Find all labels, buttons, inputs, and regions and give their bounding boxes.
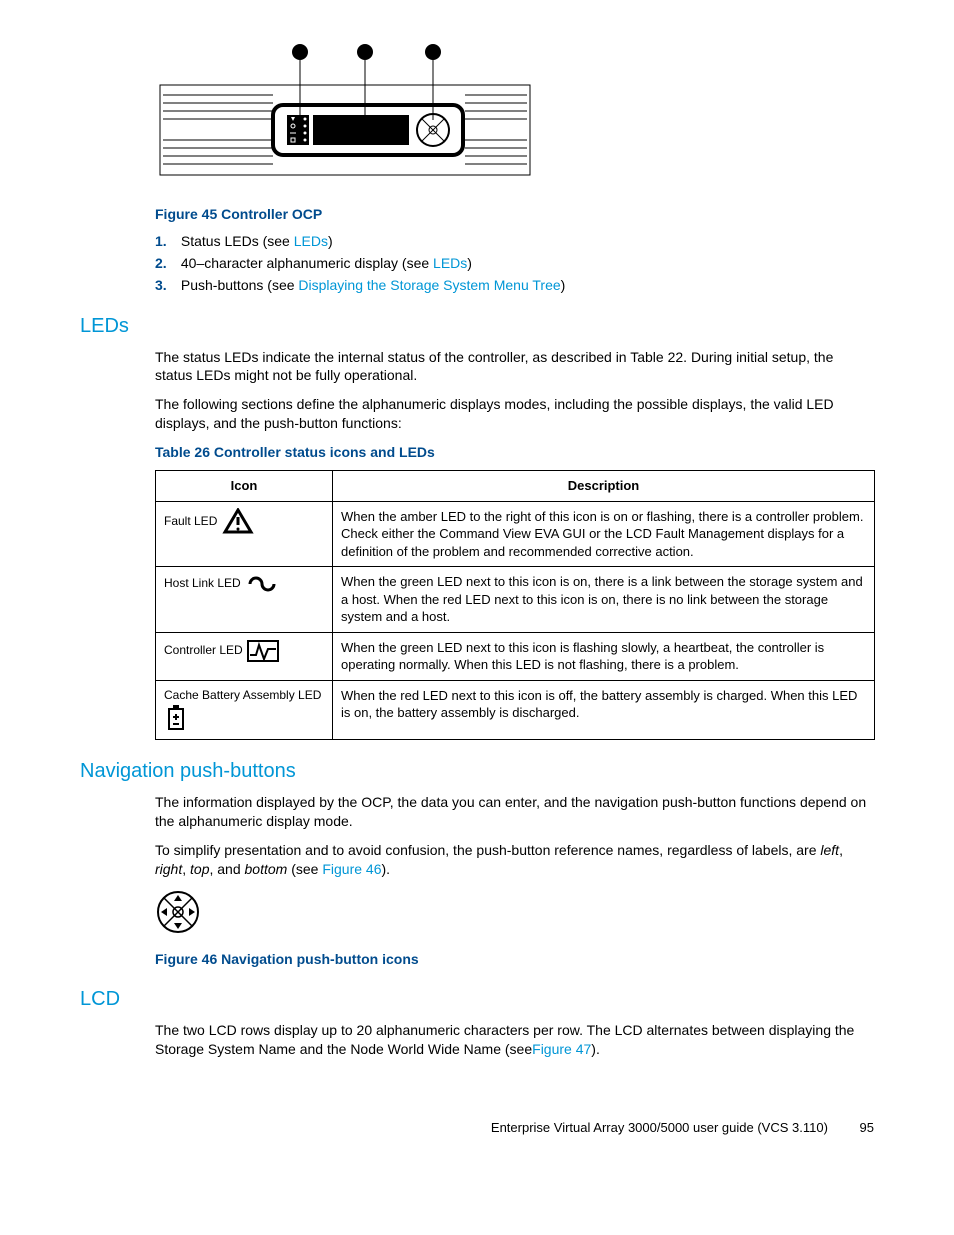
battery-led-icon <box>164 703 188 733</box>
fault-led-icon <box>221 508 255 536</box>
icon-label: Controller LED <box>164 643 243 657</box>
paragraph: The information displayed by the OCP, th… <box>155 793 874 831</box>
icon-label: Fault LED <box>164 514 217 528</box>
icon-cell-battery: Cache Battery Assembly LED <box>156 680 333 739</box>
nav-pushbutton-icon <box>155 889 201 935</box>
figure-45-list: 1. Status LEDs (see LEDs) 2. 40–characte… <box>155 232 874 295</box>
heading-nav-pushbuttons: Navigation push-buttons <box>80 758 874 785</box>
page-footer: Enterprise Virtual Array 3000/5000 user … <box>80 1119 874 1137</box>
icon-cell-hostlink: Host Link LED <box>156 567 333 633</box>
list-item: 2. 40–character alphanumeric display (se… <box>155 254 874 273</box>
link-figure-46[interactable]: Figure 46 <box>322 861 381 877</box>
item-number: 3. <box>155 276 177 295</box>
link-leds[interactable]: LEDs <box>294 233 328 249</box>
host-link-led-icon <box>244 573 280 595</box>
term-bottom: bottom <box>245 861 288 877</box>
text: To simplify presentation and to avoid co… <box>155 842 820 858</box>
list-item: 3. Push-buttons (see Displaying the Stor… <box>155 276 874 295</box>
text: ). <box>382 861 391 877</box>
table-26: Icon Description Fault LED When the ambe… <box>155 470 875 740</box>
footer-text: Enterprise Virtual Array 3000/5000 user … <box>491 1120 828 1135</box>
term-left: left <box>820 842 839 858</box>
item-text-tail: ) <box>561 277 566 293</box>
link-figure-47[interactable]: Figure 47 <box>532 1041 591 1057</box>
term-top: top <box>190 861 209 877</box>
figure-46-image <box>155 889 874 940</box>
table-row: Controller LED When the green LED next t… <box>156 632 875 680</box>
text: ). <box>591 1041 600 1057</box>
heading-leds: LEDs <box>80 313 874 340</box>
item-text: Push-buttons (see <box>181 277 299 293</box>
figure-46-caption: Figure 46 Navigation push-button icons <box>155 950 874 969</box>
table-row: Fault LED When the amber LED to the righ… <box>156 501 875 567</box>
list-item: 1. Status LEDs (see LEDs) <box>155 232 874 251</box>
icon-cell-fault: Fault LED <box>156 501 333 567</box>
item-text-tail: ) <box>328 233 333 249</box>
heading-lcd: LCD <box>80 986 874 1013</box>
item-text-tail: ) <box>467 255 472 271</box>
item-text: Status LEDs (see <box>181 233 294 249</box>
text: The two LCD rows display up to 20 alphan… <box>155 1022 854 1057</box>
paragraph: To simplify presentation and to avoid co… <box>155 841 874 879</box>
text: , <box>182 861 190 877</box>
text: , <box>839 842 843 858</box>
figure-45-caption: Figure 45 Controller OCP <box>155 205 874 224</box>
item-text: 40–character alphanumeric display (see <box>181 255 433 271</box>
paragraph: The two LCD rows display up to 20 alphan… <box>155 1021 874 1059</box>
table-header-row: Icon Description <box>156 471 875 502</box>
text: , and <box>209 861 244 877</box>
link-leds[interactable]: LEDs <box>433 255 467 271</box>
page-number: 95 <box>860 1120 874 1135</box>
controller-ocp-diagram <box>155 40 535 195</box>
icon-label: Host Link LED <box>164 576 241 590</box>
item-number: 1. <box>155 232 177 251</box>
desc-cell: When the green LED next to this icon is … <box>333 567 875 633</box>
desc-cell: When the red LED next to this icon is of… <box>333 680 875 739</box>
icon-label: Cache Battery Assembly LED <box>164 688 321 702</box>
col-icon: Icon <box>156 471 333 502</box>
desc-cell: When the green LED next to this icon is … <box>333 632 875 680</box>
col-description: Description <box>333 471 875 502</box>
controller-led-icon <box>246 639 280 663</box>
table-26-caption: Table 26 Controller status icons and LED… <box>155 443 874 462</box>
paragraph: The status LEDs indicate the internal st… <box>155 348 874 386</box>
item-number: 2. <box>155 254 177 273</box>
text: (see <box>287 861 322 877</box>
table-row: Cache Battery Assembly LED When the red … <box>156 680 875 739</box>
figure-45-image <box>155 40 874 195</box>
link-menu-tree[interactable]: Displaying the Storage System Menu Tree <box>298 277 560 293</box>
term-right: right <box>155 861 182 877</box>
table-row: Host Link LED When the green LED next to… <box>156 567 875 633</box>
icon-cell-controller: Controller LED <box>156 632 333 680</box>
paragraph: The following sections define the alphan… <box>155 395 874 433</box>
desc-cell: When the amber LED to the right of this … <box>333 501 875 567</box>
